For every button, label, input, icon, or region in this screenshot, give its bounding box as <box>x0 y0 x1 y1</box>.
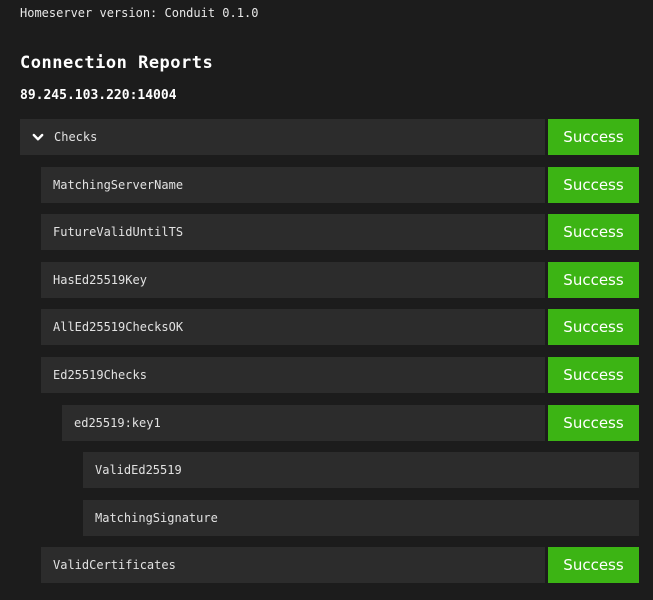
check-label: MatchingSignature <box>95 511 218 525</box>
homeserver-version-text: Homeserver version: Conduit 0.1.0 <box>20 6 639 20</box>
check-row-button: Ed25519Checks <box>41 357 545 393</box>
report-row: AllEd25519ChecksOK Success <box>41 309 639 345</box>
report-row: Checks Success <box>20 119 639 155</box>
check-label: AllEd25519ChecksOK <box>53 320 183 334</box>
report-row: MatchingSignature <box>83 500 639 536</box>
check-label: Ed25519Checks <box>53 368 147 382</box>
report-row: ValidEd25519 <box>83 452 639 488</box>
check-row-button[interactable]: Checks <box>20 119 545 155</box>
status-badge: Success <box>548 357 639 393</box>
report-row: MatchingServerName Success <box>41 167 639 203</box>
check-row-button: AllEd25519ChecksOK <box>41 309 545 345</box>
status-badge: Success <box>548 214 639 250</box>
check-label: HasEd25519Key <box>53 273 147 287</box>
chevron-down-icon <box>32 133 44 142</box>
report-list: Checks Success MatchingServerName Succes… <box>20 119 639 583</box>
report-row: ValidCertificates Success <box>41 547 639 583</box>
check-row-button: MatchingServerName <box>41 167 545 203</box>
server-address-text: 89.245.103.220:14004 <box>20 88 639 104</box>
check-label: ed25519:key1 <box>74 416 161 430</box>
connection-report-page: Homeserver version: Conduit 0.1.0 Connec… <box>0 0 653 583</box>
report-row: Ed25519Checks Success <box>41 357 639 393</box>
status-badge: Success <box>548 262 639 298</box>
check-label: MatchingServerName <box>53 178 183 192</box>
check-label: ValidCertificates <box>53 558 176 572</box>
report-row: ed25519:key1 Success <box>62 405 639 441</box>
status-badge: Success <box>548 405 639 441</box>
report-row: HasEd25519Key Success <box>41 262 639 298</box>
check-row-button: ed25519:key1 <box>62 405 545 441</box>
status-badge: Success <box>548 167 639 203</box>
check-label: FutureValidUntilTS <box>53 225 183 239</box>
check-row-button: MatchingSignature <box>83 500 639 536</box>
check-row-button: ValidEd25519 <box>83 452 639 488</box>
check-row-button: HasEd25519Key <box>41 262 545 298</box>
status-badge: Success <box>548 309 639 345</box>
check-label: Checks <box>54 130 97 144</box>
check-row-button: FutureValidUntilTS <box>41 214 545 250</box>
check-label: ValidEd25519 <box>95 463 182 477</box>
page-title: Connection Reports <box>20 53 639 73</box>
report-row: FutureValidUntilTS Success <box>41 214 639 250</box>
status-badge: Success <box>548 547 639 583</box>
status-badge: Success <box>548 119 639 155</box>
check-row-button: ValidCertificates <box>41 547 545 583</box>
